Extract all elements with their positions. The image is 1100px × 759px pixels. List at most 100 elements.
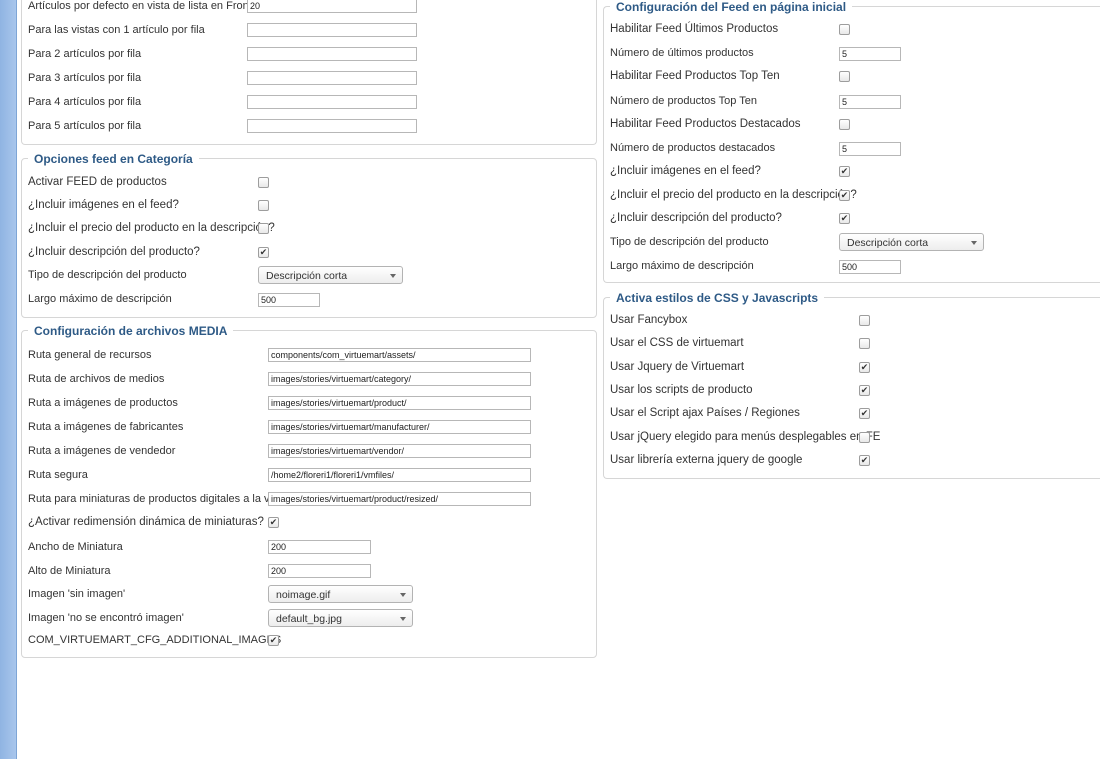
- category-feed-legend: Opciones feed en Categoría: [28, 151, 199, 167]
- home-latest-num-label: Número de últimos productos: [610, 47, 754, 59]
- media-thumb-height-input[interactable]: [268, 564, 371, 578]
- media-additional-label: COM_VIRTUEMART_CFG_ADDITIONAL_IMAGES: [28, 634, 282, 646]
- home-latest-enable-label: Habilitar Feed Últimos Productos: [610, 23, 779, 35]
- css-js-google-jquery-checkbox[interactable]: ✔: [859, 455, 870, 466]
- home-latest-enable-checkbox[interactable]: [839, 24, 850, 35]
- check-mark-icon: ✔: [840, 190, 849, 200]
- css-js-chosen-label: Usar jQuery elegido para menús desplegab…: [610, 431, 881, 443]
- media-no-image-select[interactable]: noimage.gif: [268, 585, 413, 603]
- per-row-4-label: Para 4 artículos por fila: [28, 96, 142, 108]
- home-topten-num-label: Número de productos Top Ten: [610, 95, 757, 107]
- left-sidebar-strip: [0, 0, 17, 759]
- check-mark-icon: ✔: [860, 362, 869, 372]
- home-desc-type-value: Descripción corta: [847, 237, 929, 249]
- media-no-image-value: noimage.gif: [276, 589, 331, 601]
- cat-feed-images-checkbox[interactable]: [258, 200, 269, 211]
- home-featured-num-input[interactable]: [839, 142, 901, 156]
- check-mark-icon: ✔: [860, 408, 869, 418]
- cat-feed-desc-type-label: Tipo de descripción del producto: [28, 269, 187, 281]
- media-path-general-label: Ruta general de recursos: [28, 349, 152, 361]
- media-path-manufacturer-input[interactable]: [268, 420, 531, 434]
- home-topten-num-input[interactable]: [839, 95, 901, 109]
- cat-feed-max-len-label: Largo máximo de descripción: [28, 293, 172, 305]
- css-js-product-scripts-label: Usar los scripts de producto: [610, 384, 753, 396]
- css-js-vm-jquery-label: Usar Jquery de Virtuemart: [610, 361, 745, 373]
- home-topten-enable-checkbox[interactable]: [839, 71, 850, 82]
- home-desc-type-label: Tipo de descripción del producto: [610, 236, 769, 248]
- check-mark-icon: ✔: [269, 517, 278, 527]
- home-price-label: ¿Incluir el precio del producto en la de…: [610, 189, 857, 201]
- cat-feed-max-len-input[interactable]: [258, 293, 320, 307]
- media-path-vendor-input[interactable]: [268, 444, 531, 458]
- home-max-len-input[interactable]: [839, 260, 901, 274]
- media-path-digital-thumbs-input[interactable]: [268, 492, 531, 506]
- list-view-fieldset: Artículos por defecto en vista de lista …: [21, 0, 597, 145]
- css-js-fieldset: Activa estilos de CSS y Javascripts Usar…: [603, 290, 1100, 479]
- media-thumb-width-label: Ancho de Miniatura: [28, 541, 123, 553]
- per-row-3-label: Para 3 artículos por fila: [28, 72, 142, 84]
- media-path-vendor-label: Ruta a imágenes de vendedor: [28, 445, 176, 457]
- css-js-ajax-regions-label: Usar el Script ajax Países / Regiones: [610, 407, 800, 419]
- css-js-chosen-checkbox[interactable]: [859, 432, 870, 443]
- media-path-secure-input[interactable]: [268, 468, 531, 482]
- per-row-5-input[interactable]: [247, 119, 417, 133]
- category-feed-fieldset: Opciones feed en Categoría Activar FEED …: [21, 151, 597, 318]
- home-desc-label: ¿Incluir descripción del producto?: [610, 212, 782, 224]
- css-js-ajax-regions-checkbox[interactable]: ✔: [859, 408, 870, 419]
- check-mark-icon: ✔: [269, 635, 278, 645]
- check-mark-icon: ✔: [860, 385, 869, 395]
- check-mark-icon: ✔: [259, 247, 268, 257]
- css-js-product-scripts-checkbox[interactable]: ✔: [859, 385, 870, 396]
- media-thumb-height-label: Alto de Miniatura: [28, 565, 111, 577]
- home-max-len-label: Largo máximo de descripción: [610, 260, 754, 272]
- cat-feed-price-checkbox[interactable]: [258, 223, 269, 234]
- per-row-1-input[interactable]: [247, 23, 417, 37]
- media-path-media-input[interactable]: [268, 372, 531, 386]
- per-row-2-label: Para 2 artículos por fila: [28, 48, 142, 60]
- media-thumb-width-input[interactable]: [268, 540, 371, 554]
- css-js-vm-css-label: Usar el CSS de virtuemart: [610, 337, 744, 349]
- per-row-3-input[interactable]: [247, 71, 417, 85]
- css-js-vm-jquery-checkbox[interactable]: ✔: [859, 362, 870, 373]
- media-resize-label: ¿Activar redimensión dinámica de miniatu…: [28, 516, 264, 528]
- media-path-product-label: Ruta a imágenes de productos: [28, 397, 178, 409]
- media-legend: Configuración de archivos MEDIA: [28, 323, 234, 339]
- home-topten-enable-label: Habilitar Feed Productos Top Ten: [610, 70, 780, 82]
- home-featured-enable-checkbox[interactable]: [839, 119, 850, 130]
- list-default-input[interactable]: [247, 0, 417, 13]
- per-row-2-input[interactable]: [247, 47, 417, 61]
- media-path-manufacturer-label: Ruta a imágenes de fabricantes: [28, 421, 184, 433]
- css-js-legend: Activa estilos de CSS y Javascripts: [610, 290, 825, 306]
- media-resize-checkbox[interactable]: ✔: [268, 517, 279, 528]
- home-latest-num-input[interactable]: [839, 47, 901, 61]
- cat-feed-images-label: ¿Incluir imágenes en el feed?: [28, 199, 179, 211]
- media-path-product-input[interactable]: [268, 396, 531, 410]
- media-not-found-select[interactable]: default_bg.jpg: [268, 609, 413, 627]
- cat-feed-desc-label: ¿Incluir descripción del producto?: [28, 246, 200, 258]
- css-js-vm-css-checkbox[interactable]: [859, 338, 870, 349]
- chevron-down-icon: [400, 593, 406, 597]
- chevron-down-icon: [390, 274, 396, 278]
- css-js-google-jquery-label: Usar librería externa jquery de google: [610, 454, 803, 466]
- per-row-1-label: Para las vistas con 1 artículo por fila: [28, 24, 205, 36]
- media-path-digital-thumbs-label: Ruta para miniaturas de productos digita…: [28, 493, 291, 505]
- home-feed-legend: Configuración del Feed en página inicial: [610, 0, 853, 15]
- media-fieldset: Configuración de archivos MEDIA Ruta gen…: [21, 323, 597, 658]
- cat-feed-price-label: ¿Incluir el precio del producto en la de…: [28, 222, 275, 234]
- cat-feed-enable-label: Activar FEED de productos: [28, 176, 167, 188]
- home-price-checkbox[interactable]: ✔: [839, 190, 850, 201]
- home-desc-type-select[interactable]: Descripción corta: [839, 233, 984, 251]
- media-additional-checkbox[interactable]: ✔: [268, 635, 279, 646]
- list-default-label: Artículos por defecto en vista de lista …: [28, 0, 271, 12]
- chevron-down-icon: [400, 617, 406, 621]
- home-images-checkbox[interactable]: ✔: [839, 166, 850, 177]
- css-js-fancybox-checkbox[interactable]: [859, 315, 870, 326]
- cat-feed-enable-checkbox[interactable]: [258, 177, 269, 188]
- cat-feed-desc-checkbox[interactable]: ✔: [258, 247, 269, 258]
- home-desc-checkbox[interactable]: ✔: [839, 213, 850, 224]
- cat-feed-desc-type-select[interactable]: Descripción corta: [258, 266, 403, 284]
- media-path-general-input[interactable]: [268, 348, 531, 362]
- check-mark-icon: ✔: [840, 166, 849, 176]
- per-row-4-input[interactable]: [247, 95, 417, 109]
- home-feed-fieldset: Configuración del Feed en página inicial…: [603, 0, 1100, 283]
